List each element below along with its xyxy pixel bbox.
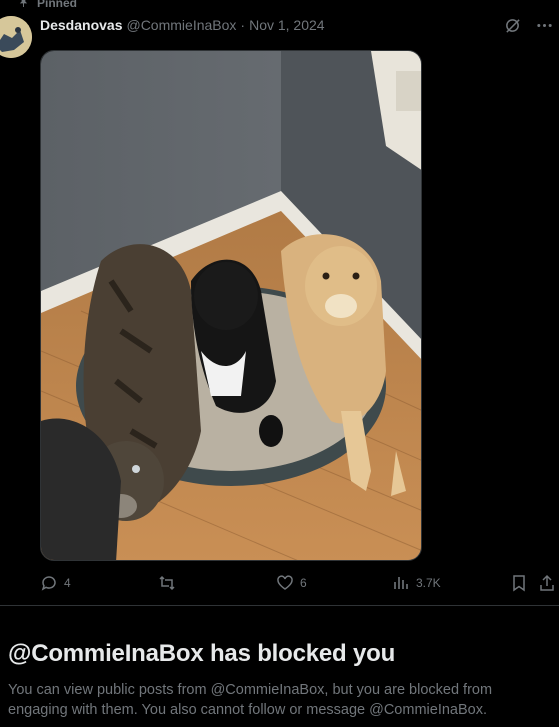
reply-icon xyxy=(41,576,56,591)
author-handle[interactable]: @CommieInaBox xyxy=(126,16,236,34)
share-button[interactable] xyxy=(538,574,556,592)
separator: · xyxy=(240,17,246,33)
post-image[interactable] xyxy=(40,50,422,561)
post-date[interactable]: Nov 1, 2024 xyxy=(249,16,325,34)
repost-button[interactable] xyxy=(158,574,176,592)
repost-icon xyxy=(159,575,175,591)
pinned-indicator: Pinned xyxy=(18,0,77,10)
like-button[interactable]: 6 xyxy=(276,574,307,592)
views-icon xyxy=(394,577,408,589)
post-header: Desdanovas @CommieInaBox · Nov 1, 2024 xyxy=(40,16,325,34)
views-button[interactable]: 3.7K xyxy=(392,574,441,592)
reply-count: 4 xyxy=(64,576,71,590)
view-count: 3.7K xyxy=(416,576,441,590)
post-action-bar: 4 6 3.7K xyxy=(40,574,559,594)
author-name[interactable]: Desdanovas xyxy=(40,16,122,34)
like-count: 6 xyxy=(300,576,307,590)
blocked-title: @CommieInaBox has blocked you xyxy=(8,640,396,667)
bookmark-button[interactable] xyxy=(510,574,528,592)
dogs-photo xyxy=(41,51,421,560)
post-top-actions xyxy=(503,16,553,34)
divider xyxy=(0,605,559,606)
reply-button[interactable]: 4 xyxy=(40,574,71,592)
bookmark-icon xyxy=(513,575,525,592)
pinned-label: Pinned xyxy=(37,0,78,10)
heart-icon xyxy=(277,575,293,590)
grok-icon[interactable] xyxy=(503,16,521,34)
more-options-icon[interactable] xyxy=(535,16,553,34)
pin-icon xyxy=(18,0,29,10)
avatar[interactable] xyxy=(0,16,32,58)
blocked-message: You can view public posts from @CommieIn… xyxy=(8,682,493,718)
share-icon xyxy=(540,574,554,591)
